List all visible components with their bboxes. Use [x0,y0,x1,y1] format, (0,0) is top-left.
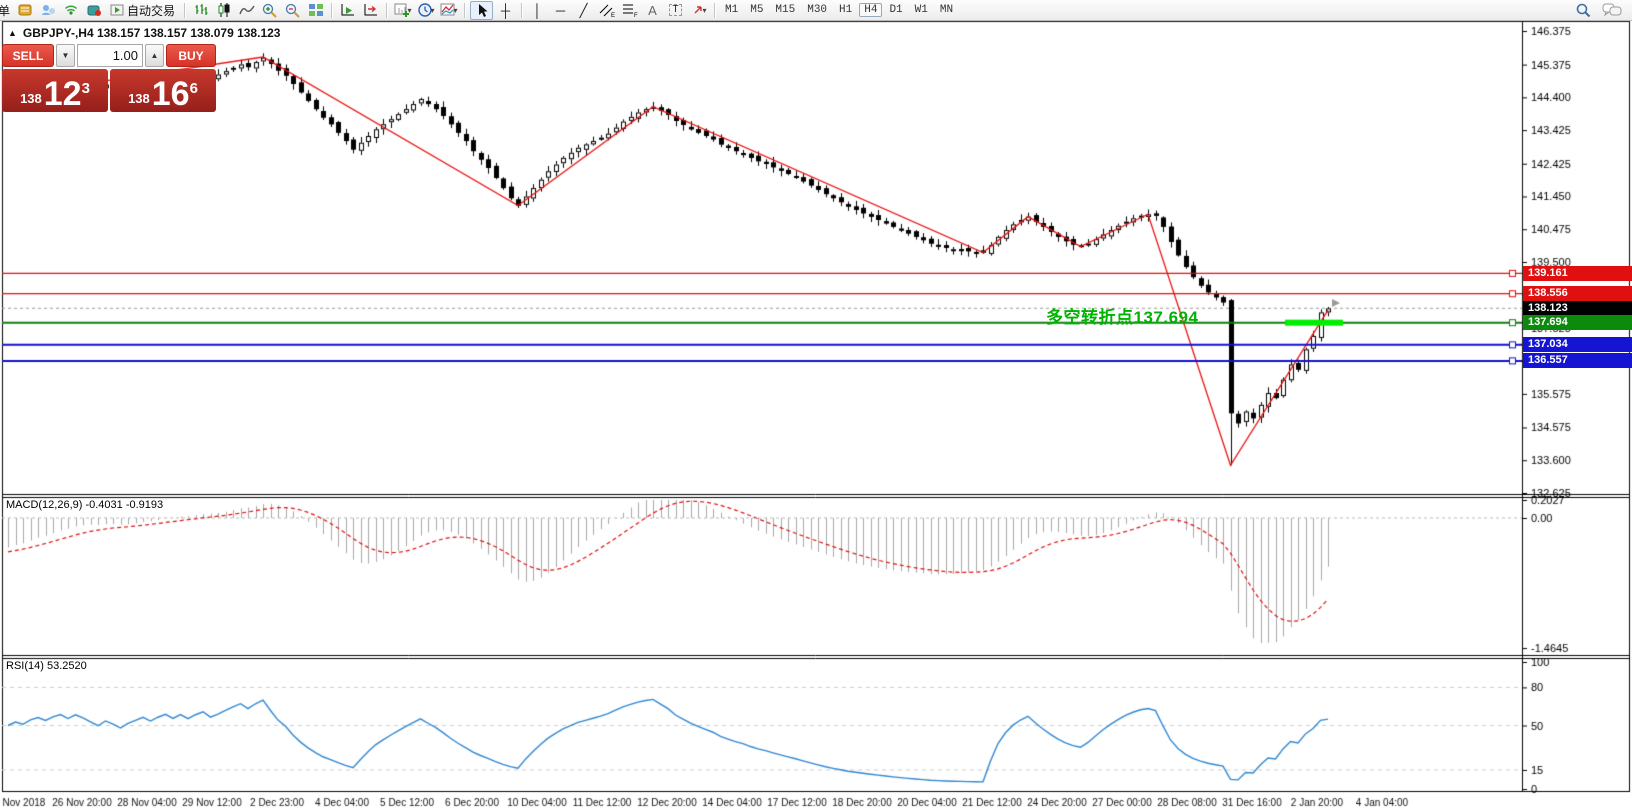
toolbar-separator [464,2,466,18]
toolbar-separator [184,2,186,18]
svg-text:E: E [611,13,615,18]
sell-price-box[interactable]: 138 12 3 [2,69,108,112]
zoom-in-icon[interactable] [259,2,280,19]
price-label-resistance-1: 139.161 [1523,265,1632,281]
text-tool-icon[interactable]: A [642,2,663,19]
label-tool-icon[interactable]: T [665,2,686,19]
turning-point-annotation[interactable]: 多空转折点137.694 [1046,303,1198,328]
price-label-support-1: 137.034 [1523,337,1632,353]
timeframe-m15[interactable]: M15 [770,3,800,17]
buy-price-box[interactable]: 138 16 6 [110,69,216,112]
autotrading-icon [110,4,124,16]
timeframe-h4[interactable]: H4 [859,3,883,17]
price-chart-canvas[interactable] [0,0,1632,812]
timeframe-mn[interactable]: MN [935,3,958,17]
search-icon[interactable] [1572,2,1593,19]
volume-input[interactable] [77,44,143,67]
buy-price-point: 6 [189,80,198,97]
crosshair-icon[interactable]: ┼ [495,2,516,19]
new-chart-dropdown[interactable]: ▾ [392,2,413,19]
candlestick-icon[interactable] [213,2,234,19]
mt4-window: 单 自动交易 ▾ ▾ ▾ ┼ │ ─ ╱ E F A T ▾ M1 M5 M15… [0,0,1632,812]
timeframe-w1[interactable]: W1 [910,3,933,17]
line-chart-icon[interactable] [236,2,257,19]
horizontal-line-icon[interactable]: ─ [550,2,571,19]
price-label-resistance-2: 138.556 [1523,286,1632,302]
journal-icon[interactable] [14,2,35,19]
cursor-icon[interactable] [470,0,494,20]
buy-price-whole: 138 [128,91,150,106]
signals-icon[interactable] [60,2,81,19]
price-label-support-2: 136.557 [1523,353,1632,369]
period-dropdown[interactable]: ▾ [415,2,436,19]
zoom-out-icon[interactable] [282,2,303,19]
sell-button[interactable]: SELL [2,44,54,67]
arrows-dropdown[interactable]: ▾ [688,2,709,19]
timeframe-d1[interactable]: D1 [884,3,907,17]
toolbar-separator [331,2,333,18]
volume-increase-button[interactable]: ▲ [145,44,164,67]
chart-header: ▲ GBPJPY-,H4 138.157 138.157 138.079 138… [8,26,280,40]
autotrading-button[interactable]: 自动交易 [106,1,179,20]
new-order-button[interactable]: 单 [0,2,12,19]
buy-price-pips: 16 [151,75,190,114]
symbol-ohlc-title: GBPJPY-,H4 138.157 138.157 138.079 138.1… [22,26,281,40]
timeframe-m5[interactable]: M5 [745,3,768,17]
macd-label: MACD(12,26,9) -0.4031 -0.9193 [6,499,164,511]
main-toolbar: 单 自动交易 ▾ ▾ ▾ ┼ │ ─ ╱ E F A T ▾ M1 M5 M15… [0,0,1632,21]
sell-price-whole: 138 [20,91,42,106]
timeframe-m30[interactable]: M30 [802,3,832,17]
one-click-trading-panel: SELL ▼ ▲ BUY 138 12 3 138 16 6 [2,44,216,112]
buy-button[interactable]: BUY [166,44,216,67]
timeframe-h1[interactable]: H1 [834,3,857,17]
vertical-line-icon[interactable]: │ [527,2,548,19]
toolbar-right-group [1572,2,1622,19]
price-label-current-bid: 138.123 [1523,300,1632,316]
fibonacci-icon[interactable]: F [619,2,640,19]
timeframe-m1[interactable]: M1 [720,3,743,17]
chat-icon[interactable] [1601,2,1622,19]
rsi-label: RSI(14) 53.2520 [6,660,87,672]
auto-scroll-icon[interactable] [337,2,358,19]
toolbar-separator [521,2,523,18]
svg-text:F: F [634,13,638,18]
collapse-panel-icon[interactable]: ▲ [8,28,17,38]
toolbar-separator [386,2,388,18]
indicators-dropdown[interactable]: ▾ [438,2,459,19]
tile-windows-icon[interactable] [305,2,326,19]
toolbar-separator [714,2,716,18]
market-icon[interactable] [83,2,104,19]
chart-shift-icon[interactable] [360,2,381,19]
price-label-turning-point: 137.694 [1523,315,1632,331]
sell-price-point: 3 [81,80,90,97]
bar-chart-icon[interactable] [190,2,211,19]
community-icon[interactable] [37,2,58,19]
channel-icon[interactable]: E [596,2,617,19]
volume-decrease-button[interactable]: ▼ [56,44,75,67]
trendline-icon[interactable]: ╱ [573,2,594,19]
sell-price-pips: 12 [43,75,82,114]
